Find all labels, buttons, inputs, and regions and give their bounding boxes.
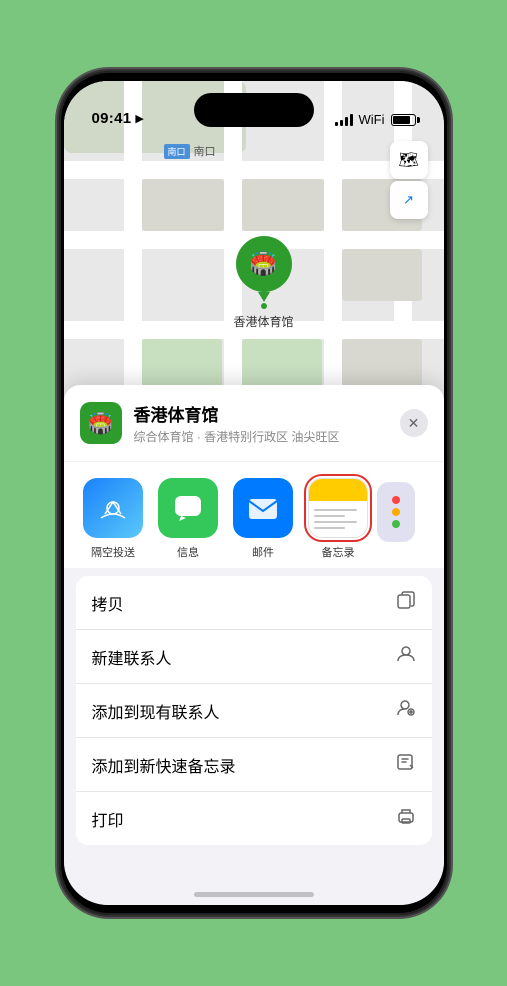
action-list: 拷贝 新建联系人 xyxy=(76,576,432,845)
block-1 xyxy=(142,179,224,231)
messages-label: 信息 xyxy=(177,544,199,560)
dot-red xyxy=(392,496,400,504)
pin-label: 香港体育馆 xyxy=(234,313,294,330)
battery-fill xyxy=(393,116,411,124)
signal-bar-2 xyxy=(340,120,343,126)
share-app-notes[interactable]: 备忘录 xyxy=(301,478,376,560)
mail-label: 邮件 xyxy=(252,544,274,560)
action-add-contact-label: 添加到现有联系人 xyxy=(92,699,220,723)
dot-green xyxy=(392,520,400,528)
signal-bar-1 xyxy=(335,122,338,126)
location-button[interactable]: ↗ xyxy=(390,181,428,219)
airdrop-label: 隔空投送 xyxy=(91,544,135,560)
signal-bars xyxy=(335,114,353,126)
phone-screen: 09:41 ▶ WiFi xyxy=(64,81,444,905)
notes-label: 备忘录 xyxy=(322,544,355,560)
action-copy[interactable]: 拷贝 xyxy=(76,576,432,630)
dot-yellow xyxy=(392,508,400,516)
action-print-label: 打印 xyxy=(92,807,124,831)
print-icon xyxy=(396,806,416,831)
map-label-nankao: 南口 南口 xyxy=(164,143,216,159)
dynamic-island xyxy=(194,93,314,127)
add-contact-icon xyxy=(396,698,416,723)
home-indicator xyxy=(194,892,314,897)
phone-frame: 09:41 ▶ WiFi xyxy=(59,71,449,915)
action-add-contact[interactable]: 添加到现有联系人 xyxy=(76,684,432,738)
signal-bar-3 xyxy=(345,117,348,126)
messages-icon xyxy=(158,478,218,538)
notes-line-4 xyxy=(314,527,345,529)
map-label-text: 南口 xyxy=(194,143,216,159)
pin-icon: 🏟️ xyxy=(236,236,292,292)
block-3 xyxy=(342,249,422,301)
copy-icon xyxy=(396,590,416,615)
battery-icon xyxy=(391,114,416,126)
action-print[interactable]: 打印 xyxy=(76,792,432,845)
share-app-airdrop[interactable]: 隔空投送 xyxy=(76,478,151,560)
road-h1 xyxy=(64,161,444,179)
share-app-messages[interactable]: 信息 xyxy=(151,478,226,560)
bottom-sheet: 🏟️ 香港体育馆 综合体育馆 · 香港特别行政区 油尖旺区 ✕ xyxy=(64,385,444,905)
location-venue-icon: 🏟️ xyxy=(80,402,122,444)
share-apps-row: 隔空投送 信息 xyxy=(64,462,444,568)
more-indicator-dots xyxy=(377,482,415,542)
action-new-contact[interactable]: 新建联系人 xyxy=(76,630,432,684)
map-label-badge: 南口 xyxy=(164,144,190,159)
notes-content xyxy=(309,479,367,537)
map-type-button[interactable]: 🗺 xyxy=(390,141,428,179)
action-new-contact-label: 新建联系人 xyxy=(92,645,172,669)
airdrop-icon xyxy=(83,478,143,538)
location-arrow-icon: ▶ xyxy=(135,112,143,125)
more-apps-indicator xyxy=(376,478,416,542)
status-time: 09:41 xyxy=(92,110,132,127)
pin-triangle xyxy=(258,292,270,302)
close-button[interactable]: ✕ xyxy=(400,409,428,437)
quick-note-icon xyxy=(396,752,416,777)
wifi-icon: WiFi xyxy=(359,112,385,127)
action-quick-note[interactable]: 添加到新快速备忘录 xyxy=(76,738,432,792)
venue-subtitle: 综合体育馆 · 香港特别行政区 油尖旺区 xyxy=(134,428,388,445)
notes-lines xyxy=(309,501,367,537)
venue-name: 香港体育馆 xyxy=(134,401,388,426)
action-copy-label: 拷贝 xyxy=(92,591,124,615)
block-2 xyxy=(242,179,324,231)
signal-bar-4 xyxy=(350,114,353,126)
notes-line-2 xyxy=(314,515,345,517)
action-quick-note-label: 添加到新快速备忘录 xyxy=(92,753,236,777)
map-controls: 🗺 ↗ xyxy=(390,141,428,219)
pin-dot xyxy=(261,303,267,309)
location-info: 香港体育馆 综合体育馆 · 香港特别行政区 油尖旺区 xyxy=(134,401,388,445)
notes-line-1 xyxy=(314,509,357,511)
location-header: 🏟️ 香港体育馆 综合体育馆 · 香港特别行政区 油尖旺区 ✕ xyxy=(64,385,444,461)
notes-icon xyxy=(308,478,368,538)
mail-icon xyxy=(233,478,293,538)
new-contact-icon xyxy=(396,644,416,669)
location-pin: 🏟️ 香港体育馆 xyxy=(234,236,294,330)
notes-line-3 xyxy=(314,521,357,523)
share-app-mail[interactable]: 邮件 xyxy=(226,478,301,560)
notes-header-bar xyxy=(309,479,367,501)
status-icons: WiFi xyxy=(335,112,416,127)
